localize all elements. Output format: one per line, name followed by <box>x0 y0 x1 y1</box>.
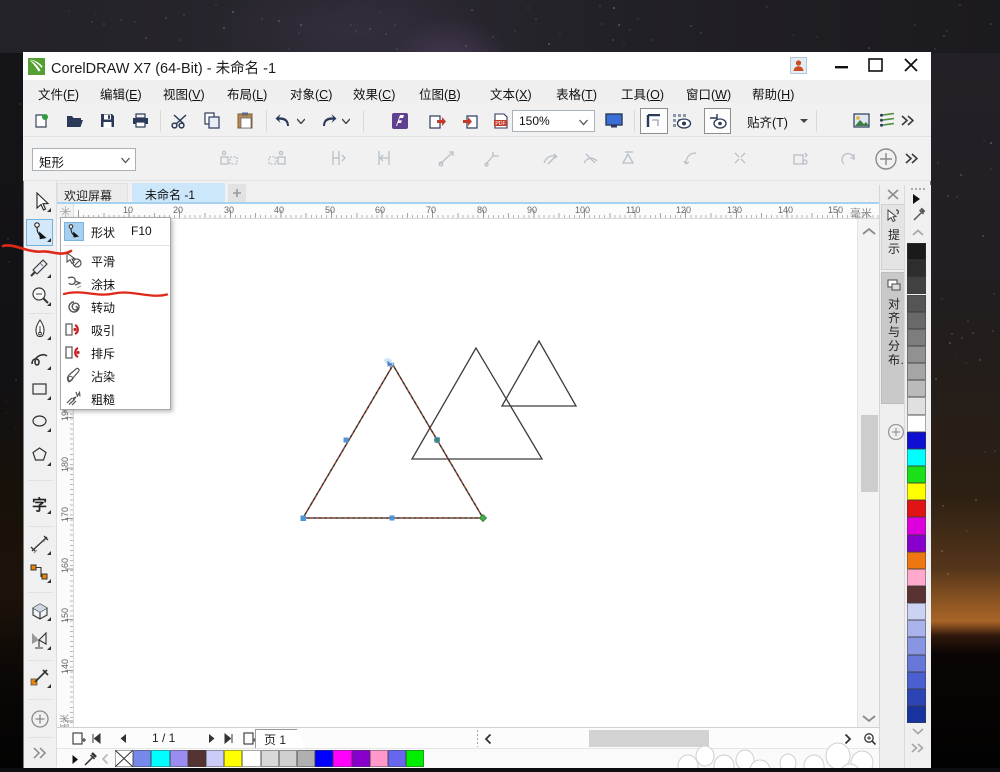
svg-text:PDF: PDF <box>495 121 505 127</box>
